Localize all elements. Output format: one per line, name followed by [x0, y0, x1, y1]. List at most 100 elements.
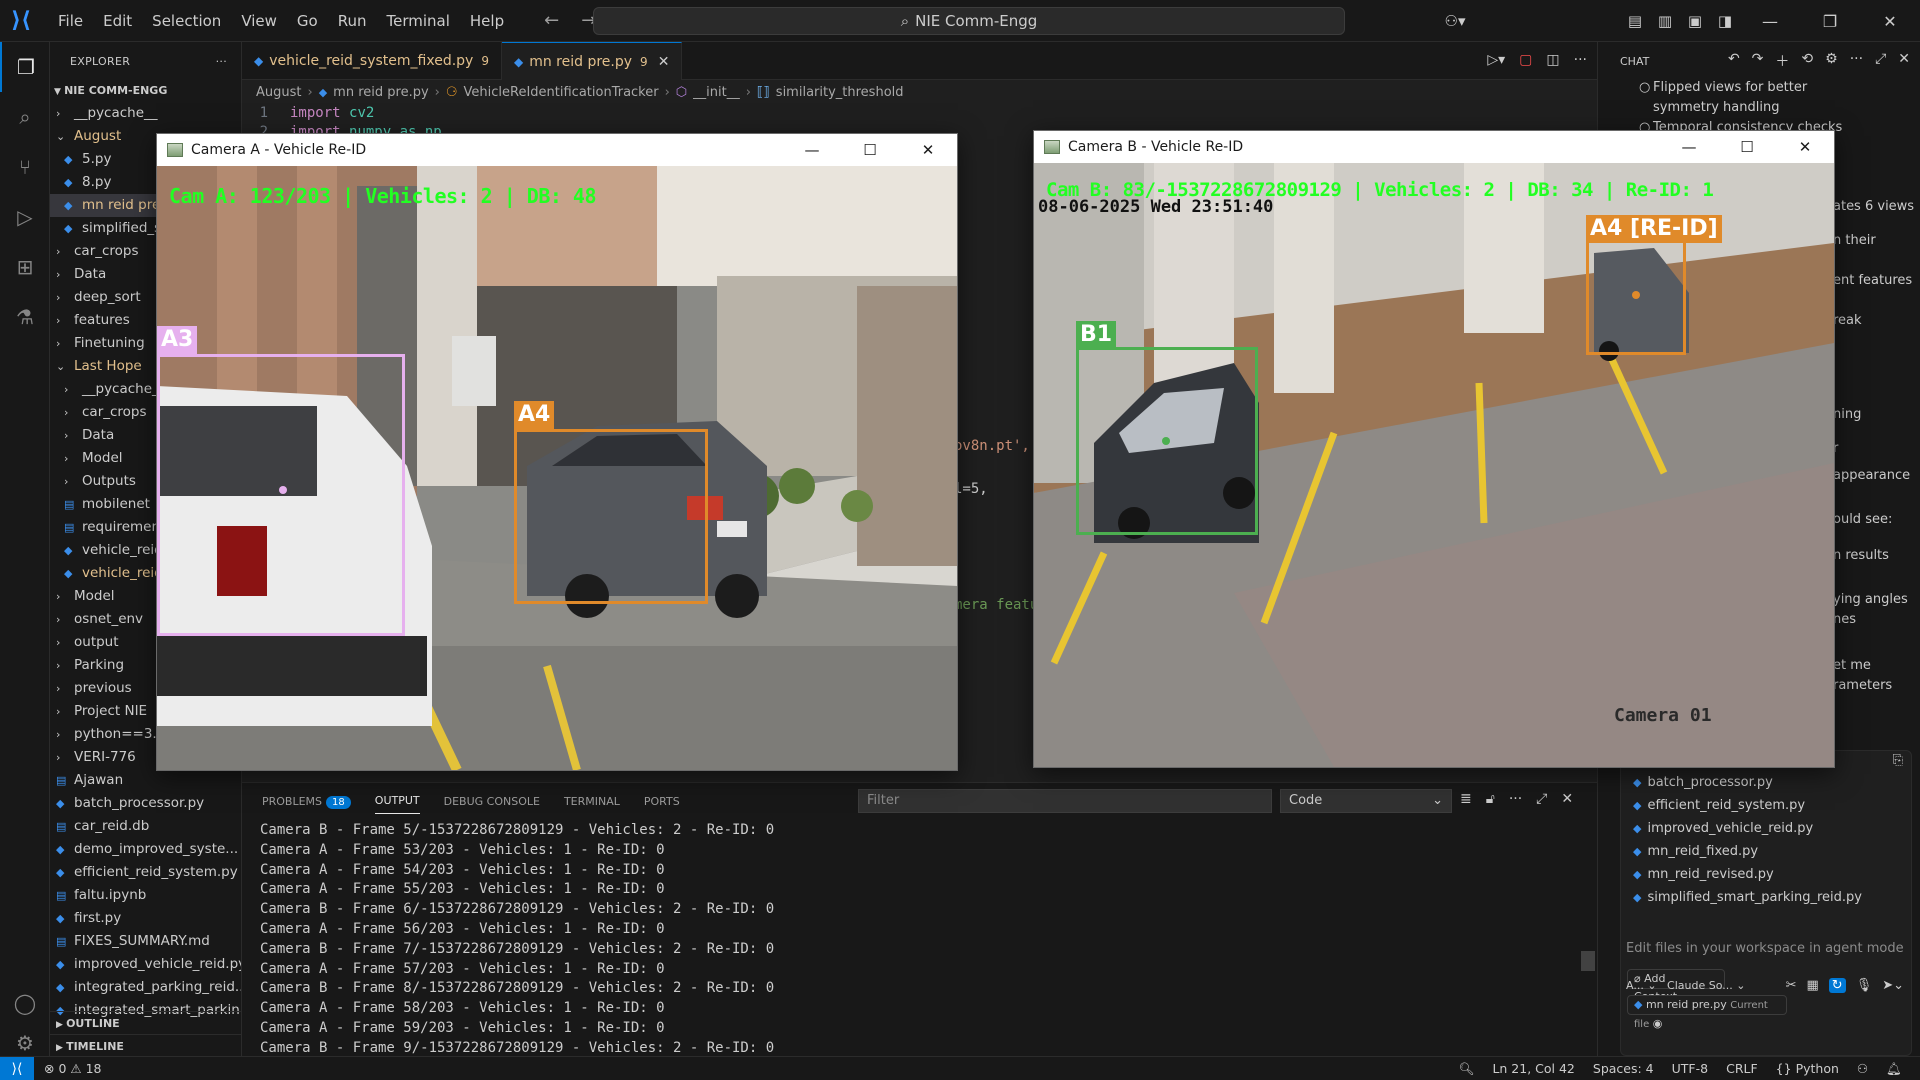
tree-file[interactable]: ◆ integrated_parking_reid....: [50, 976, 241, 999]
undo-icon[interactable]: ↶: [1728, 51, 1740, 71]
output-filter-input[interactable]: Filter: [858, 789, 1272, 813]
search-view-icon[interactable]: ⌕: [0, 92, 50, 142]
breadcrumb-file[interactable]: mn reid pre.py: [333, 85, 428, 100]
source-control-icon[interactable]: ⑂: [0, 142, 50, 192]
customize-layout-icon[interactable]: ▤: [1620, 12, 1650, 30]
close-window-button[interactable]: ✕: [1860, 12, 1920, 31]
chat-settings-icon[interactable]: ⚙: [1825, 51, 1838, 71]
scrollbar[interactable]: [1581, 951, 1595, 971]
chat-input[interactable]: Edit files in your workspace in agent mo…: [1626, 941, 1904, 956]
close-button[interactable]: ✕: [899, 134, 957, 166]
explorer-icon[interactable]: ❐: [0, 42, 50, 92]
tab-debug-console[interactable]: DEBUG CONSOLE: [444, 795, 540, 808]
line-ending[interactable]: CRLF: [1726, 1061, 1758, 1076]
output-log[interactable]: Camera B - Frame 5/-1537228672809129 - V…: [242, 819, 1597, 1059]
close-tab-icon[interactable]: ✕: [658, 54, 670, 70]
panel-more-icon[interactable]: ···: [1509, 791, 1522, 807]
breadcrumb-method[interactable]: __init__: [693, 85, 740, 100]
send-icon[interactable]: ➤⌄: [1882, 978, 1904, 993]
run-file-icon[interactable]: ▷▾: [1487, 52, 1505, 68]
tree-file[interactable]: ◆ efficient_reid_system.py: [50, 861, 241, 884]
new-chat-icon[interactable]: ＋: [1775, 51, 1789, 71]
maximize-button[interactable]: ☐: [1718, 131, 1776, 163]
tree-file[interactable]: ▤ car_reid.db: [50, 815, 241, 838]
editor-more-icon[interactable]: ···: [1574, 52, 1587, 68]
tree-file[interactable]: ▤ FIXES_SUMMARY.md: [50, 930, 241, 953]
breadcrumb-variable[interactable]: similarity_threshold: [776, 85, 904, 100]
zoom-icon[interactable]: 🔍︎: [1459, 1061, 1475, 1077]
close-chat-icon[interactable]: ✕: [1898, 51, 1910, 71]
lock-icon[interactable]: 🔓︎: [1486, 791, 1495, 807]
close-panel-icon[interactable]: ✕: [1561, 791, 1573, 807]
outline-section[interactable]: ▶ OUTLINE: [50, 1011, 241, 1034]
language-mode[interactable]: {} Python: [1776, 1061, 1839, 1076]
stop-icon[interactable]: ▢: [1519, 52, 1532, 68]
more-actions-icon[interactable]: ···: [216, 55, 227, 68]
menu-go[interactable]: Go: [287, 12, 328, 30]
output-channel-select[interactable]: Code ⌄: [1280, 789, 1452, 813]
encoding[interactable]: UTF-8: [1672, 1061, 1708, 1076]
breadcrumb-folder[interactable]: August: [256, 85, 302, 100]
workspace-root[interactable]: ▼ NIE COMM-ENGG: [50, 80, 241, 102]
python-file-icon: ◆: [64, 544, 73, 557]
toggle-panel-icon[interactable]: ▣: [1680, 12, 1710, 30]
toggle-sidebar-icon[interactable]: ▥: [1650, 12, 1680, 30]
tab-problems[interactable]: PROBLEMS 18: [262, 795, 351, 809]
close-button[interactable]: ✕: [1776, 131, 1834, 163]
menu-help[interactable]: Help: [460, 12, 514, 30]
word-wrap-icon[interactable]: ≣: [1460, 791, 1472, 807]
tree-file[interactable]: ▤ faltu.ipynb: [50, 884, 241, 907]
toggle-secondary-sidebar-icon[interactable]: ◨: [1710, 12, 1740, 30]
menu-run[interactable]: Run: [328, 12, 377, 30]
tree-file[interactable]: ◆ demo_improved_syste...: [50, 838, 241, 861]
tools-icon[interactable]: ✂: [1786, 978, 1797, 993]
tab-ports[interactable]: PORTS: [644, 795, 680, 808]
tab-vehicle-reid-system-fixed[interactable]: ◆ vehicle_reid_system_fixed.py 9: [242, 42, 502, 80]
run-debug-icon[interactable]: ▷: [0, 192, 50, 242]
agent-toggle-icon[interactable]: ↻: [1828, 978, 1846, 993]
menu-selection[interactable]: Selection: [142, 12, 231, 30]
indentation[interactable]: Spaces: 4: [1593, 1061, 1654, 1076]
testing-icon[interactable]: ⚗: [0, 292, 50, 342]
back-arrow-icon[interactable]: ←: [544, 10, 559, 31]
menu-edit[interactable]: Edit: [93, 12, 142, 30]
menu-terminal[interactable]: Terminal: [377, 12, 460, 30]
tree-folder[interactable]: › __pycache__: [50, 102, 241, 125]
split-editor-icon[interactable]: ◫: [1546, 52, 1559, 68]
menu-file[interactable]: File: [48, 12, 93, 30]
camera-a-window[interactable]: Camera A - Vehicle Re-ID — ☐ ✕ A3 A4 Cam…: [156, 133, 958, 771]
minimize-window-button[interactable]: —: [1740, 12, 1800, 31]
maximize-chat-icon[interactable]: ⤢: [1875, 51, 1886, 71]
tree-file[interactable]: ◆ batch_processor.py: [50, 792, 241, 815]
mode-picker[interactable]: A...: [1626, 979, 1644, 992]
timeline-section[interactable]: ▶ TIMELINE: [50, 1034, 241, 1056]
copilot-icon[interactable]: ⚇▾: [1440, 12, 1470, 30]
list-icon[interactable]: ▦: [1806, 978, 1818, 993]
model-picker[interactable]: Claude So...: [1667, 979, 1733, 992]
tree-file[interactable]: ◆ first.py: [50, 907, 241, 930]
redo-icon[interactable]: ↷: [1752, 51, 1764, 71]
tree-file[interactable]: ◆ improved_vehicle_reid.py: [50, 953, 241, 976]
maximize-button[interactable]: ☐: [841, 134, 899, 166]
microphone-icon[interactable]: 🎙︎: [1856, 978, 1873, 993]
camera-b-window[interactable]: Camera B - Vehicle Re-ID — ☐ ✕ B1 A4 [RE…: [1033, 130, 1835, 768]
minimize-button[interactable]: —: [1660, 131, 1718, 163]
copilot-status-icon[interactable]: ⚇: [1857, 1061, 1868, 1076]
history-icon[interactable]: ⟲: [1801, 51, 1813, 71]
notifications-icon[interactable]: 🔔︎: [1886, 1061, 1902, 1077]
tab-terminal[interactable]: TERMINAL: [564, 795, 620, 808]
cursor-position[interactable]: Ln 21, Col 42: [1492, 1061, 1574, 1076]
tab-output[interactable]: OUTPUT: [374, 794, 420, 814]
problems-status[interactable]: ⊗ 0 ⚠ 18: [44, 1061, 102, 1076]
minimize-button[interactable]: —: [783, 134, 841, 166]
breadcrumb-class[interactable]: VehicleReIdentificationTracker: [464, 85, 659, 100]
menu-view[interactable]: View: [231, 12, 287, 30]
remote-indicator-icon[interactable]: ⟩⟨: [0, 1056, 34, 1080]
chat-more-icon[interactable]: ···: [1850, 51, 1863, 71]
command-center-search[interactable]: ⌕ NIE Comm-Engg: [593, 7, 1345, 35]
maximize-panel-icon[interactable]: ⤢: [1536, 791, 1547, 807]
tab-mn-reid-pre[interactable]: ◆ mn reid pre.py 9 ✕: [501, 42, 683, 80]
tree-file[interactable]: ▤ Ajawan: [50, 769, 241, 792]
extensions-icon[interactable]: ⊞: [0, 242, 50, 292]
maximize-window-button[interactable]: ❐: [1800, 12, 1860, 31]
